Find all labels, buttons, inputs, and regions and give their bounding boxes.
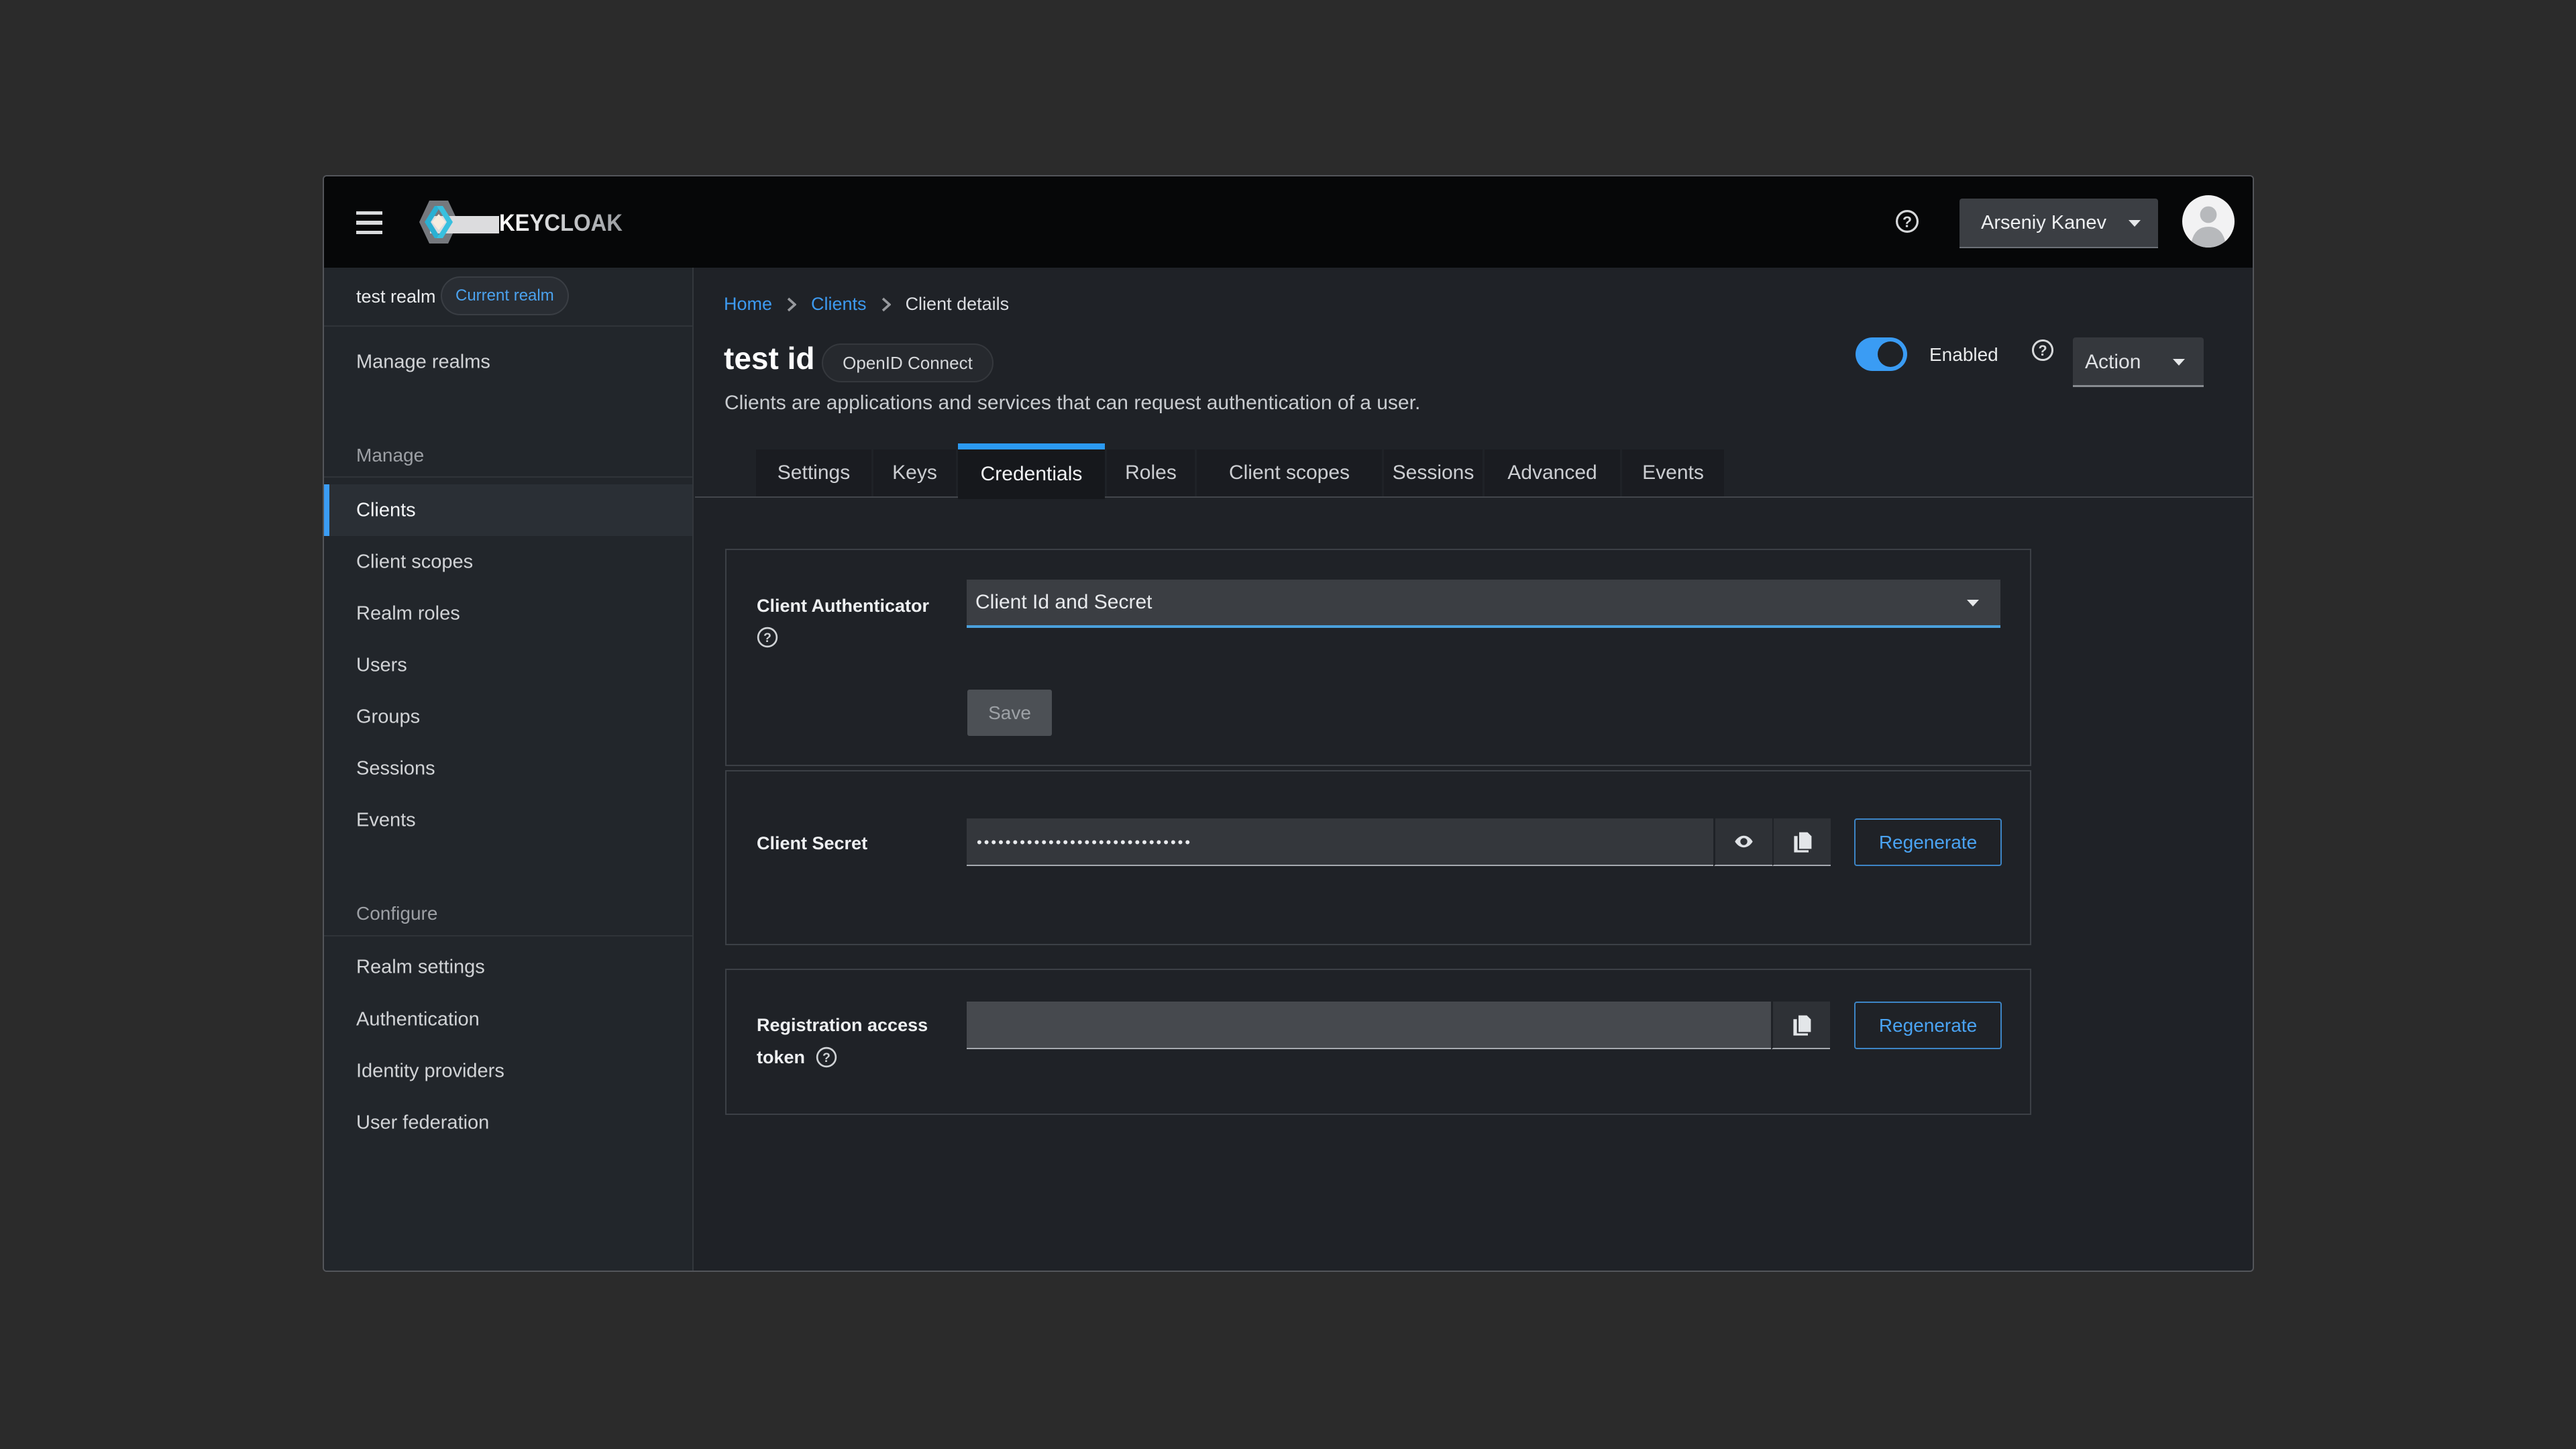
svg-text:?: ? (2038, 342, 2047, 359)
svg-text:?: ? (763, 631, 771, 645)
svg-text:?: ? (1902, 213, 1912, 230)
svg-text:?: ? (822, 1051, 830, 1065)
svg-text:KEYCLOAK: KEYCLOAK (499, 210, 623, 236)
